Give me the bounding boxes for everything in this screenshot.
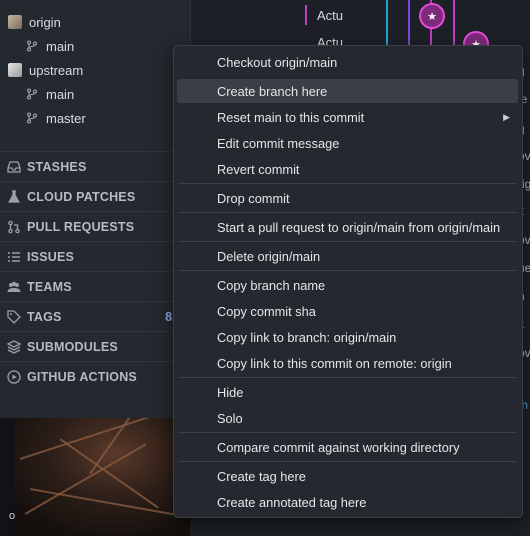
graph-lane — [408, 0, 410, 46]
stack-icon — [7, 339, 21, 354]
branch-icon — [27, 112, 37, 124]
menu-item-create-tag[interactable]: Create tag here — [177, 464, 518, 488]
background-artwork: o — [0, 418, 190, 536]
menu-item-reset-main[interactable]: Reset main to this commit ▶ — [177, 105, 518, 129]
sidebar-item-upstream-master[interactable]: master — [26, 106, 86, 130]
chevron-right-icon: ▶ — [503, 111, 510, 122]
section-stashes[interactable]: STASHES — [0, 151, 190, 181]
artwork-stroke — [19, 418, 163, 460]
avatar — [8, 63, 22, 77]
play-icon — [7, 369, 21, 384]
section-issues[interactable]: ISSUES — [0, 241, 190, 271]
section-teams[interactable]: TEAMS — [0, 271, 190, 301]
pull-request-icon — [7, 220, 21, 234]
section-submodules[interactable]: SUBMODULES — [0, 331, 190, 361]
section-label: TAGS — [27, 309, 62, 324]
remote-origin[interactable]: origin — [8, 10, 61, 34]
section-pull-requests[interactable]: PULL REQUESTS — [0, 211, 190, 241]
menu-separator — [178, 212, 517, 213]
list-icon — [7, 250, 21, 264]
section-label: ISSUES — [27, 249, 75, 264]
menu-item-compare-commit[interactable]: Compare commit against working directory — [177, 435, 518, 459]
branch-label: master — [46, 110, 86, 126]
flask-icon — [7, 189, 21, 204]
menu-item-copy-branch-name[interactable]: Copy branch name — [177, 273, 518, 297]
menu-item-edit-commit-message[interactable]: Edit commit message — [177, 131, 518, 155]
remote-label: upstream — [29, 62, 84, 78]
sidebar-item-origin-main[interactable]: main — [26, 34, 74, 58]
section-label: GITHUB ACTIONS — [27, 369, 137, 384]
commit-avatar[interactable]: ★ — [419, 3, 445, 29]
section-tags[interactable]: TAGS 8/ — [0, 301, 190, 331]
section-label: PULL REQUESTS — [27, 219, 135, 234]
section-cloud-patches[interactable]: CLOUD PATCHES — [0, 181, 190, 211]
bottom-letter: o — [9, 510, 16, 522]
menu-item-label: Reset main to this commit — [217, 109, 365, 125]
menu-item-delete-branch[interactable]: Delete origin/main — [177, 244, 518, 268]
branch-icon — [27, 88, 37, 100]
menu-item-copy-link-commit[interactable]: Copy link to this commit on remote: orig… — [177, 351, 518, 375]
menu-separator — [178, 183, 517, 184]
menu-separator — [178, 241, 517, 242]
menu-item-solo[interactable]: Solo — [177, 406, 518, 430]
menu-item-create-annotated-tag[interactable]: Create annotated tag here — [177, 490, 518, 514]
graph-lane — [386, 0, 388, 46]
section-github-actions[interactable]: GITHUB ACTIONS — [0, 361, 190, 391]
menu-separator — [178, 270, 517, 271]
graph-lane — [453, 0, 455, 46]
sidebar-item-upstream-main[interactable]: main — [26, 82, 74, 106]
section-label: SUBMODULES — [27, 339, 118, 354]
left-sidebar: origin main upstream main master STASHES… — [0, 0, 191, 418]
section-label: STASHES — [27, 159, 87, 174]
menu-item-copy-commit-sha[interactable]: Copy commit sha — [177, 299, 518, 323]
section-label: CLOUD PATCHES — [27, 189, 136, 204]
menu-item-hide[interactable]: Hide — [177, 380, 518, 404]
section-label: TEAMS — [27, 279, 72, 294]
artwork-stroke — [59, 438, 159, 509]
menu-separator — [178, 461, 517, 462]
context-menu: Checkout origin/main Create branch here … — [173, 45, 523, 518]
avatar — [8, 15, 22, 29]
remote-upstream[interactable]: upstream — [8, 58, 83, 82]
menu-item-checkout[interactable]: Checkout origin/main — [177, 50, 518, 74]
menu-item-copy-link-branch[interactable]: Copy link to branch: origin/main — [177, 325, 518, 349]
people-icon — [7, 280, 21, 294]
menu-item-create-branch[interactable]: Create branch here — [177, 79, 518, 103]
commit-message[interactable]: Actu — [317, 8, 343, 23]
menu-separator — [178, 432, 517, 433]
branch-label: main — [46, 86, 75, 102]
tag-icon — [7, 309, 21, 324]
branch-bar — [305, 5, 307, 25]
branch-icon — [27, 40, 37, 52]
artwork-stroke — [24, 443, 147, 515]
menu-item-drop-commit[interactable]: Drop commit — [177, 186, 518, 210]
menu-item-revert-commit[interactable]: Revert commit — [177, 157, 518, 181]
artwork-stroke — [29, 488, 188, 518]
remote-label: origin — [29, 14, 61, 30]
inbox-icon — [7, 160, 21, 174]
branch-label: main — [46, 38, 75, 54]
menu-separator — [178, 377, 517, 378]
menu-item-start-pull-request[interactable]: Start a pull request to origin/main from… — [177, 215, 518, 239]
